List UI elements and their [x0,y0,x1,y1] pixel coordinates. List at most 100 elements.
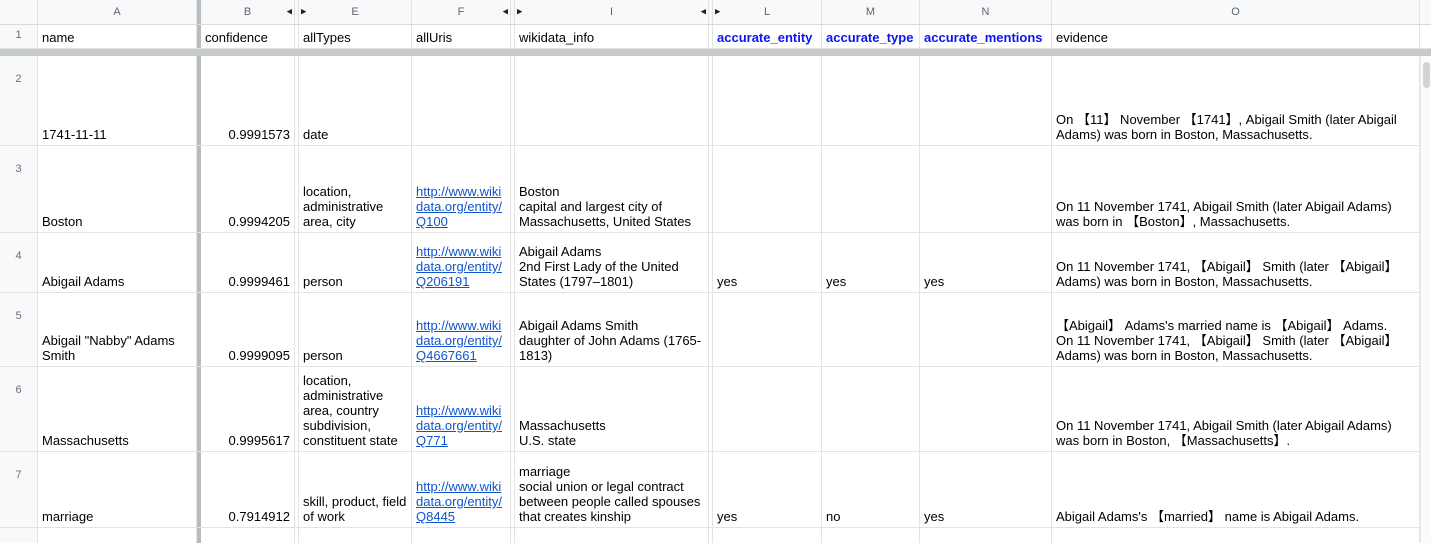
row-header-8[interactable] [0,528,38,543]
cell-I4[interactable]: Abigail Adams 2nd First Lady of the Unit… [515,233,709,292]
cell-L4[interactable]: yes [713,233,822,292]
cell-L6[interactable] [713,367,822,451]
cell-I8[interactable] [515,528,709,543]
cell-F1[interactable]: allUris [412,25,511,48]
col-header-E[interactable]: ▶ E [299,0,412,24]
cell-N3[interactable] [920,146,1052,232]
col-header-N[interactable]: N [920,0,1052,24]
row-header-7[interactable]: 7 [0,452,38,527]
cell-E1[interactable]: allTypes [299,25,412,48]
wikidata-link[interactable]: http://www.wikidata.org/entity/Q100 [416,184,506,229]
cell-F4[interactable]: http://www.wikidata.org/entity/Q206191 [412,233,511,292]
cell-O4[interactable]: On 11 November 1741, 【Abigail】 Smith (la… [1052,233,1420,292]
row-header-5[interactable]: 5 [0,293,38,366]
row-header-1[interactable]: 1 [0,25,38,48]
cell-E2[interactable]: date [299,56,412,145]
cell-O3[interactable]: On 11 November 1741, Abigail Smith (late… [1052,146,1420,232]
expand-hidden-columns-gh-icon[interactable]: ◀ [503,9,508,16]
cell-F2[interactable] [412,56,511,145]
cell-B3[interactable]: 0.9994205 [201,146,295,232]
cell-A6[interactable]: Massachusetts [38,367,197,451]
cell-O7[interactable]: Abigail Adams's 【married】 name is Abigai… [1052,452,1420,527]
cell-B1[interactable]: confidence [201,25,295,48]
row-header-2[interactable]: 2 [0,56,38,145]
cell-E3[interactable]: location, administrative area, city [299,146,412,232]
cell-N6[interactable] [920,367,1052,451]
cell-F7[interactable]: http://www.wikidata.org/entity/Q8445 [412,452,511,527]
cell-O5[interactable]: 【Abigail】 Adams's married name is 【Abiga… [1052,293,1420,366]
cell-M3[interactable] [822,146,920,232]
cell-L1[interactable]: accurate_entity [713,25,822,48]
cell-M8[interactable] [822,528,920,543]
cell-F3[interactable]: http://www.wikidata.org/entity/Q100 [412,146,511,232]
cell-I7[interactable]: marriage social union or legal contract … [515,452,709,527]
cell-A2[interactable]: 1741-11-11 [38,56,197,145]
cell-M7[interactable]: no [822,452,920,527]
row-header-6[interactable]: 6 [0,367,38,451]
cell-O1[interactable]: evidence [1052,25,1420,48]
col-header-F[interactable]: F ◀ [412,0,511,24]
cell-L7[interactable]: yes [713,452,822,527]
cell-I6[interactable]: Massachusetts U.S. state [515,367,709,451]
cell-A8[interactable] [38,528,197,543]
cell-E5[interactable]: person [299,293,412,366]
cell-I2[interactable] [515,56,709,145]
cell-A5[interactable]: Abigail "Nabby" Adams Smith [38,293,197,366]
cell-M1[interactable]: accurate_type [822,25,920,48]
cell-M6[interactable] [822,367,920,451]
cell-E4[interactable]: person [299,233,412,292]
cell-F6[interactable]: http://www.wikidata.org/entity/Q771 [412,367,511,451]
cell-N7[interactable]: yes [920,452,1052,527]
cell-M4[interactable]: yes [822,233,920,292]
cell-O2[interactable]: On 【11】 November 【1741】, Abigail Smith (… [1052,56,1420,145]
cell-B2[interactable]: 0.9991573 [201,56,295,145]
cell-E8[interactable] [299,528,412,543]
scrollbar-thumb[interactable] [1423,62,1430,88]
cell-F8[interactable] [412,528,511,543]
cell-M5[interactable] [822,293,920,366]
expand-hidden-columns-gh-icon[interactable]: ▶ [517,9,522,16]
cell-N4[interactable]: yes [920,233,1052,292]
row-header-3[interactable]: 3 [0,146,38,232]
cell-A1[interactable]: name [38,25,197,48]
cell-I1[interactable]: wikidata_info [515,25,709,48]
cell-I3[interactable]: Boston capital and largest city of Massa… [515,146,709,232]
cell-O6[interactable]: On 11 November 1741, Abigail Smith (late… [1052,367,1420,451]
cell-N2[interactable] [920,56,1052,145]
wikidata-link[interactable]: http://www.wikidata.org/entity/Q4667661 [416,318,506,363]
cell-M2[interactable] [822,56,920,145]
cell-B5[interactable]: 0.9999095 [201,293,295,366]
cell-L3[interactable] [713,146,822,232]
col-header-O[interactable]: O [1052,0,1420,24]
col-header-M[interactable]: M [822,0,920,24]
cell-B8[interactable] [201,528,295,543]
cell-O8[interactable] [1052,528,1420,543]
wikidata-link[interactable]: http://www.wikidata.org/entity/Q771 [416,403,506,448]
cell-A7[interactable]: marriage [38,452,197,527]
cell-E7[interactable]: skill, product, field of work [299,452,412,527]
col-header-B[interactable]: B ◀ [201,0,295,24]
cell-E6[interactable]: location, administrative area, country s… [299,367,412,451]
expand-hidden-columns-jk-icon[interactable]: ◀ [701,9,706,16]
wikidata-link[interactable]: http://www.wikidata.org/entity/Q206191 [416,244,506,289]
wikidata-link[interactable]: http://www.wikidata.org/entity/Q8445 [416,479,506,524]
cell-L5[interactable] [713,293,822,366]
vertical-scrollbar[interactable] [1420,56,1431,543]
expand-hidden-columns-cd-icon[interactable]: ▶ [301,9,306,16]
cell-N1[interactable]: accurate_mentions [920,25,1052,48]
cell-A4[interactable]: Abigail Adams [38,233,197,292]
cell-F5[interactable]: http://www.wikidata.org/entity/Q4667661 [412,293,511,366]
cell-N8[interactable] [920,528,1052,543]
cell-I5[interactable]: Abigail Adams Smith daughter of John Ada… [515,293,709,366]
col-header-A[interactable]: A [38,0,197,24]
cell-B6[interactable]: 0.9995617 [201,367,295,451]
cell-N5[interactable] [920,293,1052,366]
expand-hidden-columns-cd-icon[interactable]: ◀ [287,9,292,16]
col-header-L[interactable]: ▶ L [713,0,822,24]
cell-B7[interactable]: 0.7914912 [201,452,295,527]
expand-hidden-columns-jk-icon[interactable]: ▶ [715,9,720,16]
cell-L8[interactable] [713,528,822,543]
col-header-I[interactable]: ▶ I ◀ [515,0,709,24]
cell-L2[interactable] [713,56,822,145]
row-header-4[interactable]: 4 [0,233,38,292]
